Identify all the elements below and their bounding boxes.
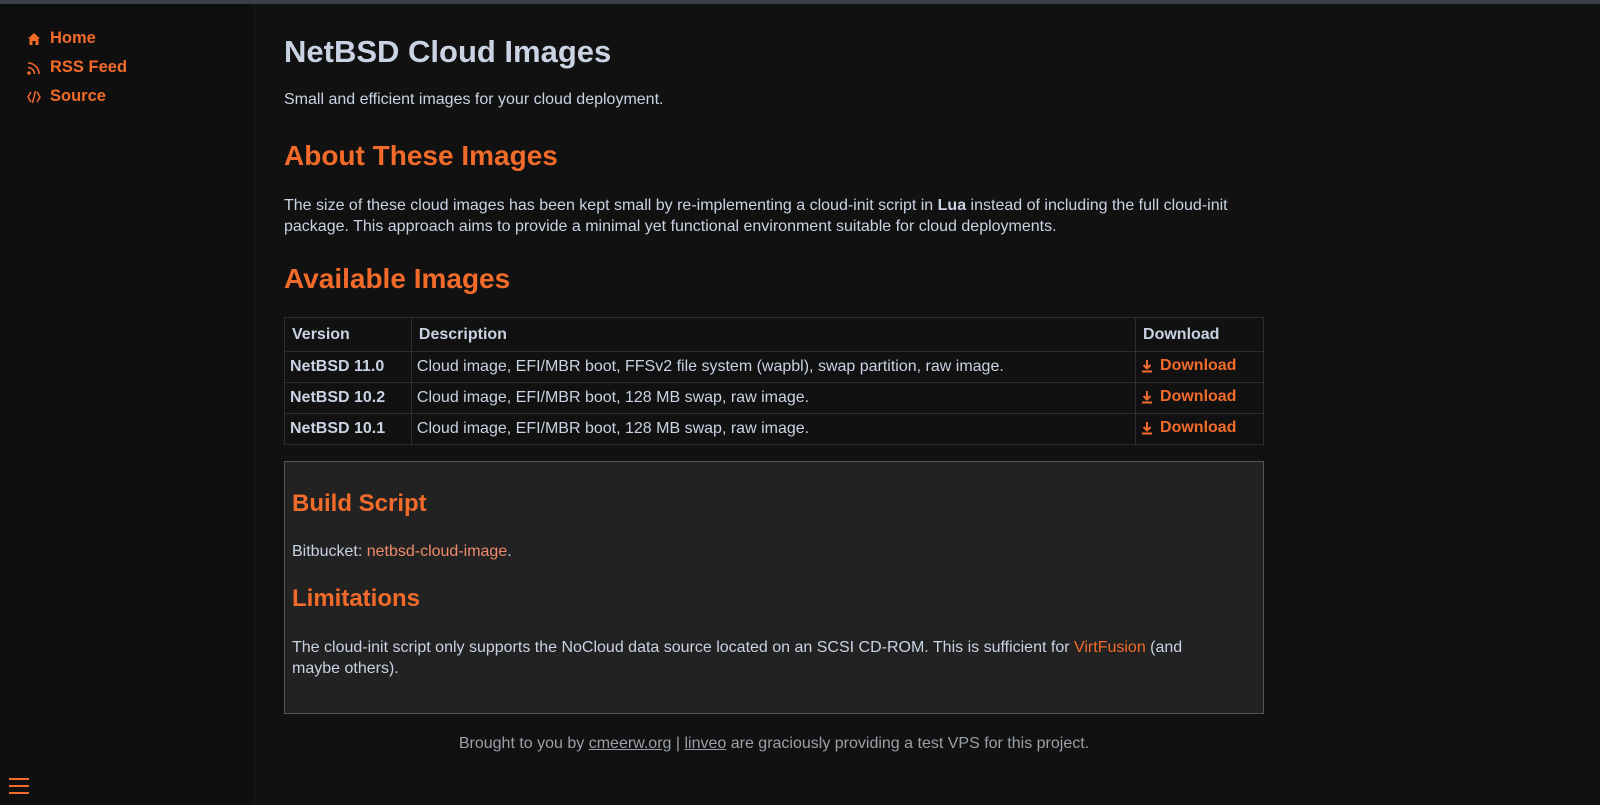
description-cell: Cloud image, EFI/MBR boot, 128 MB swap, … <box>410 413 1137 445</box>
nav-item-source: Source <box>26 82 127 111</box>
download-link[interactable]: Download <box>1141 357 1236 375</box>
page-subtitle: Small and efficient images for your clou… <box>284 91 664 108</box>
table-row: NetBSD 10.2 Cloud image, EFI/MBR boot, 1… <box>284 382 1264 414</box>
page-title: NetBSD Cloud Images <box>284 34 612 69</box>
table-header-row: Version Description Download <box>284 317 1264 352</box>
download-icon <box>1142 421 1153 434</box>
nav-link-source[interactable]: Source <box>26 87 106 106</box>
build-suffix: . <box>507 543 512 560</box>
footer-suffix: are graciously providing a test VPS for … <box>726 735 1090 752</box>
footer-prefix: Brought to you by <box>458 735 589 752</box>
hamburger-icon-line <box>9 778 29 780</box>
main-content: NetBSD Cloud Images Small and efficient … <box>284 4 1264 754</box>
nav-label-home: Home <box>50 29 96 47</box>
about-lua-bold: Lua <box>937 197 967 214</box>
version-cell: NetBSD 10.2 <box>284 382 412 414</box>
footer-link-cmeerw[interactable]: cmeerw.org <box>589 735 672 752</box>
info-panel: Build Script Bitbucket: netbsd-cloud-ima… <box>284 461 1264 714</box>
column-header-version: Version <box>284 317 412 352</box>
download-link[interactable]: Download <box>1141 388 1236 406</box>
nav-item-home: Home <box>26 24 127 53</box>
download-cell: Download <box>1135 351 1264 383</box>
build-repo-link[interactable]: netbsd-cloud-image <box>367 543 508 560</box>
hamburger-icon-line <box>9 785 29 787</box>
home-icon <box>26 31 42 47</box>
limitations-heading: Limitations <box>292 585 421 612</box>
build-script-heading: Build Script <box>292 490 427 517</box>
footer: Brought to you by cmeerw.org | linveo ar… <box>284 733 1264 754</box>
rss-icon <box>26 60 42 76</box>
table-row: NetBSD 11.0 Cloud image, EFI/MBR boot, F… <box>284 351 1264 383</box>
nav-link-home[interactable]: Home <box>26 29 96 48</box>
about-text-before: The size of these cloud images has been … <box>284 197 938 214</box>
available-heading: Available Images <box>284 263 511 294</box>
about-heading: About These Images <box>284 140 558 171</box>
table-row: NetBSD 10.1 Cloud image, EFI/MBR boot, 1… <box>284 413 1264 445</box>
images-table: Version Description Download NetBSD 11.0… <box>284 317 1264 445</box>
nav-label-rss: RSS Feed <box>50 58 128 76</box>
download-icon <box>1142 390 1153 403</box>
hamburger-icon-line <box>9 792 29 794</box>
download-label: Download <box>1160 387 1237 405</box>
build-prefix: Bitbucket: <box>292 543 367 560</box>
column-header-description: Description <box>410 317 1137 352</box>
download-link[interactable]: Download <box>1141 419 1236 437</box>
build-script-paragraph: Bitbucket: netbsd-cloud-image. <box>292 541 1256 562</box>
code-icon <box>26 89 42 105</box>
download-cell: Download <box>1135 413 1264 445</box>
version-cell: NetBSD 11.0 <box>284 351 412 383</box>
description-cell: Cloud image, EFI/MBR boot, 128 MB swap, … <box>410 382 1137 414</box>
sidebar-nav: Home RSS Feed Source <box>26 24 127 111</box>
download-cell: Download <box>1135 382 1264 414</box>
download-label: Download <box>1160 356 1237 374</box>
version-cell: NetBSD 10.1 <box>284 413 412 445</box>
nav-label-source: Source <box>50 87 106 105</box>
limitations-paragraph: The cloud-init script only supports the … <box>292 637 1232 679</box>
sidebar: Home RSS Feed Source <box>0 4 255 805</box>
column-header-download: Download <box>1135 317 1264 352</box>
about-paragraph: The size of these cloud images has been … <box>284 195 1264 237</box>
menu-toggle-button[interactable] <box>9 776 29 796</box>
description-cell: Cloud image, EFI/MBR boot, FFSv2 file sy… <box>410 351 1137 383</box>
virtfusion-link[interactable]: VirtFusion <box>1074 639 1146 656</box>
download-label: Download <box>1160 418 1237 436</box>
limitations-text-before: The cloud-init script only supports the … <box>292 639 1074 656</box>
nav-link-rss[interactable]: RSS Feed <box>26 58 127 77</box>
download-icon <box>1142 359 1153 372</box>
nav-item-rss: RSS Feed <box>26 53 127 82</box>
footer-link-linveo[interactable]: linveo <box>684 735 726 752</box>
footer-separator: | <box>671 735 685 752</box>
